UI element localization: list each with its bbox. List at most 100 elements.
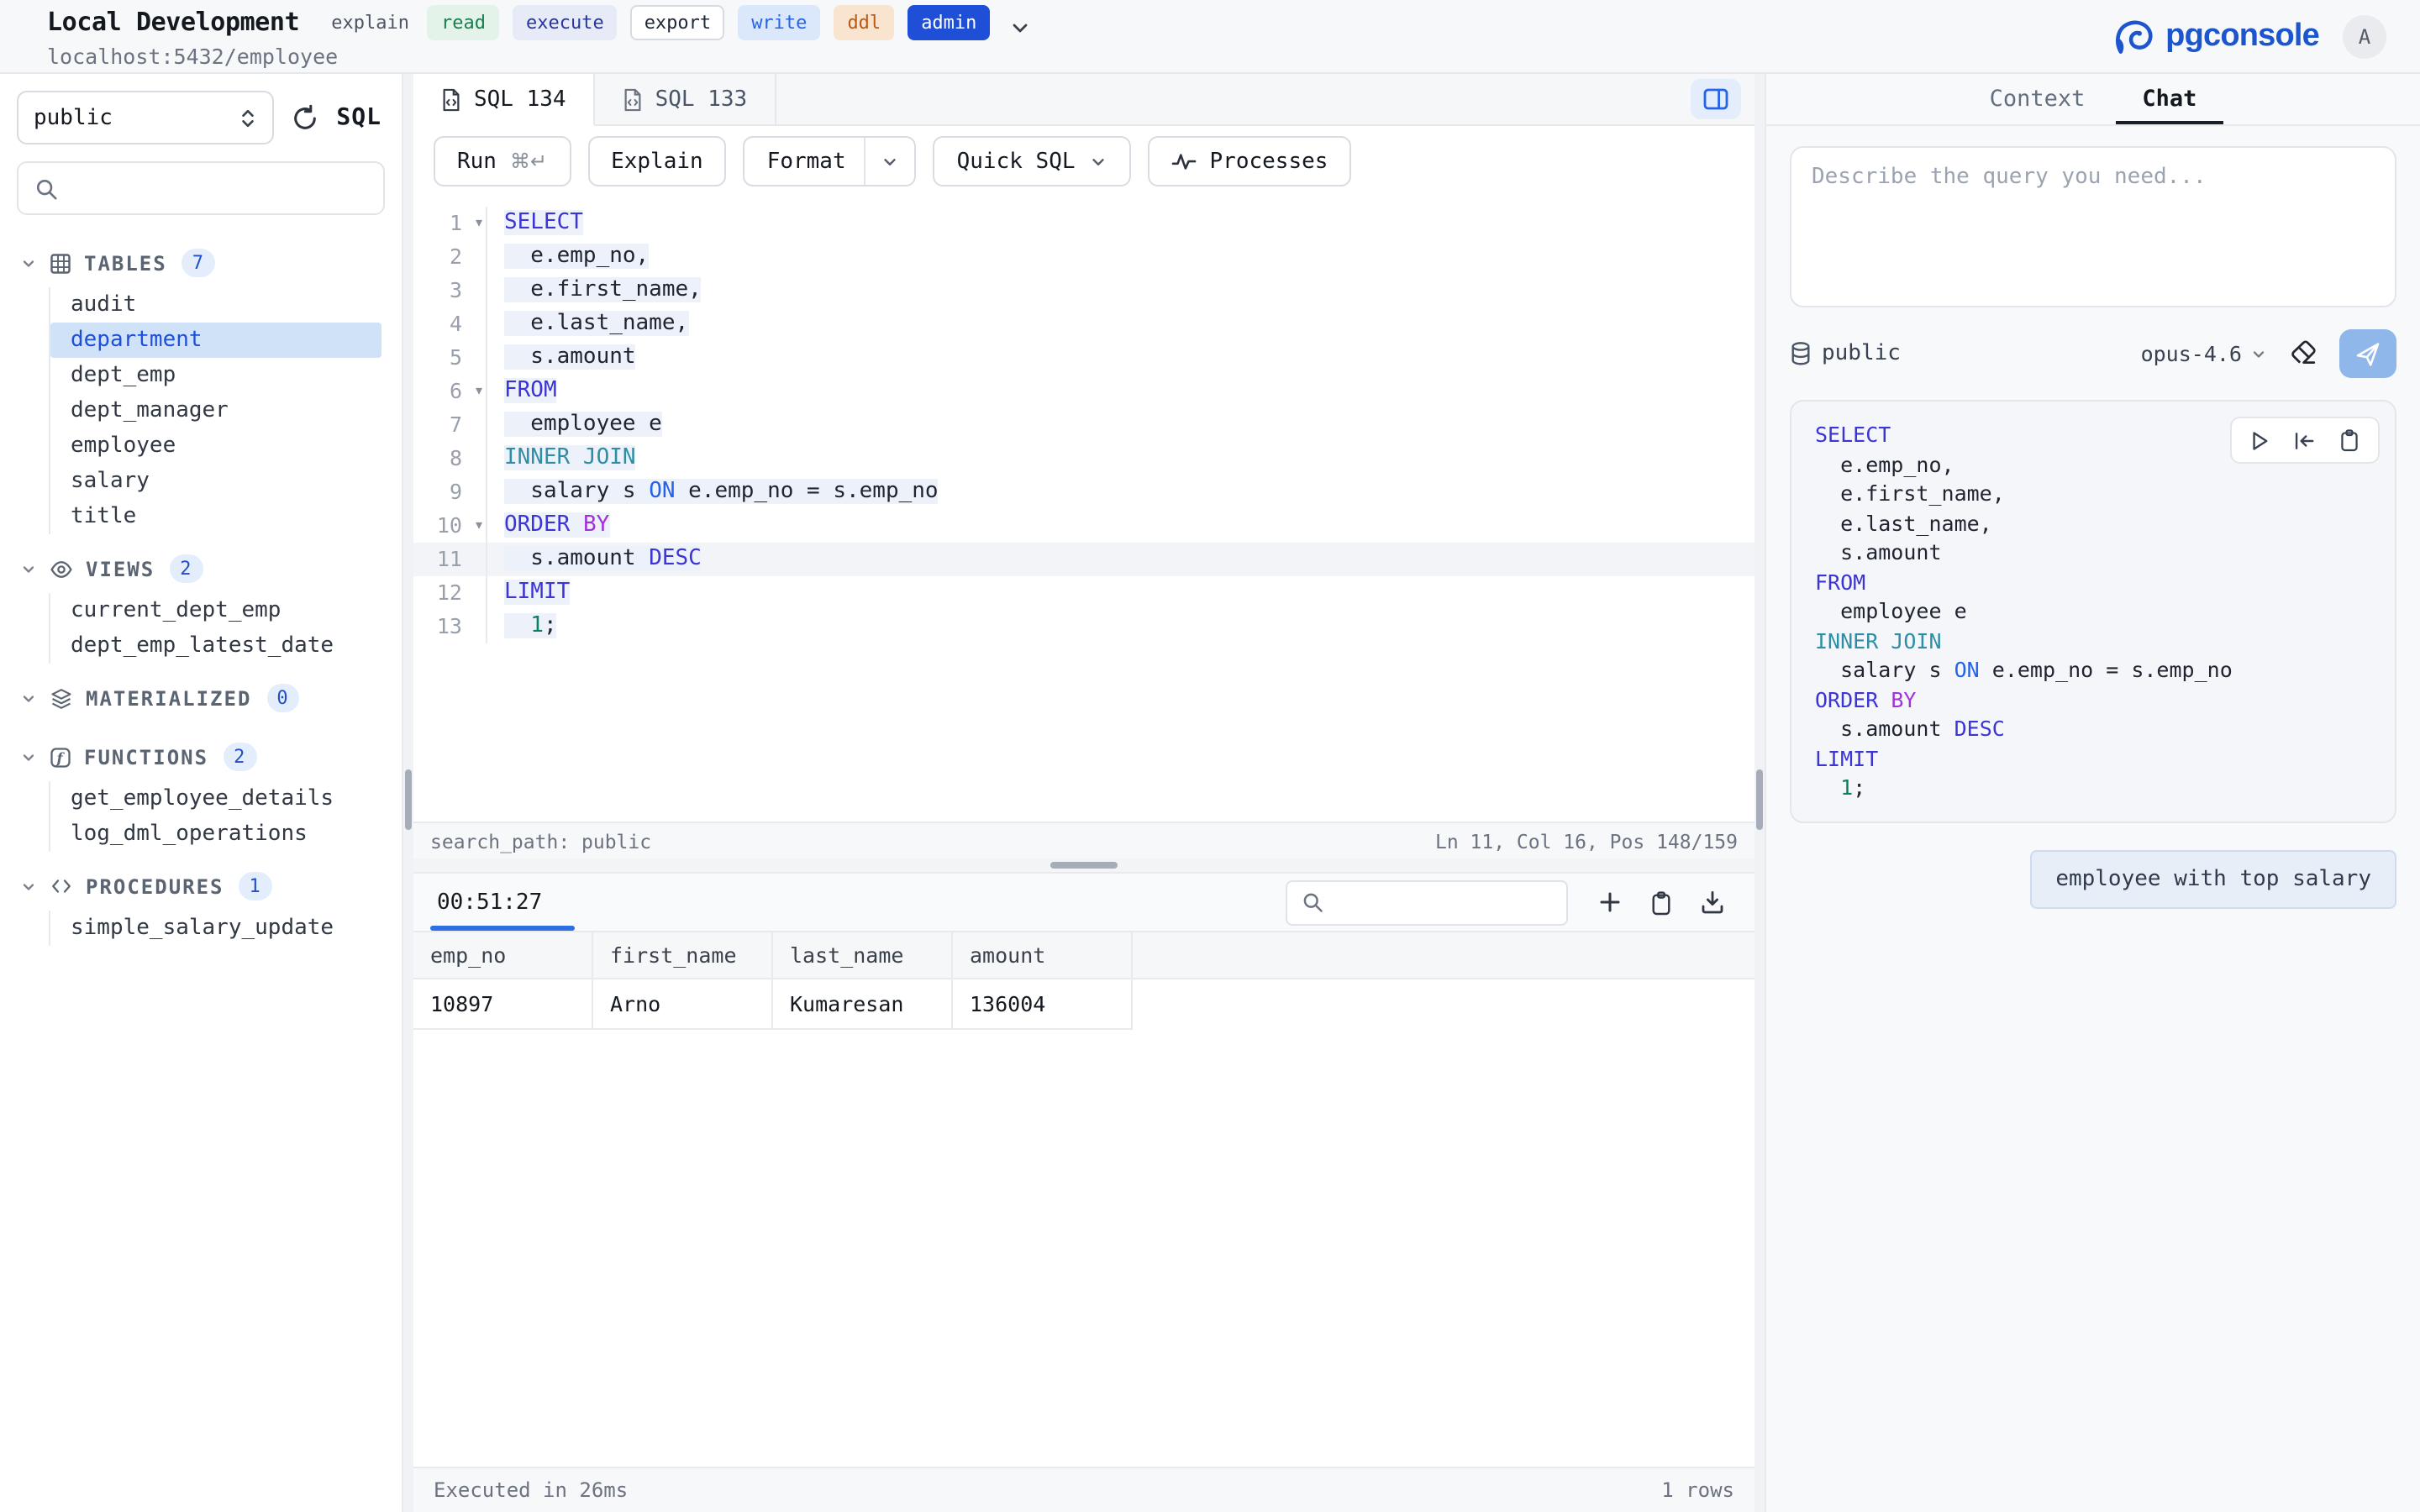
sql-editor[interactable]: 1▾SELECT2 e.emp_no,3 e.first_name,4 e.la… [413,197,1754,822]
right-splitter-handle[interactable] [1756,769,1763,830]
add-result-tab-icon[interactable] [1598,890,1622,914]
sidebar-item-get_employee_details[interactable]: get_employee_details [50,781,381,816]
sidebar-item-department[interactable]: department [50,323,381,358]
format-dropdown-chevron-icon[interactable] [865,138,915,185]
right-splitter[interactable] [1754,74,1765,1512]
send-icon[interactable] [2339,329,2396,378]
code-line-text[interactable]: SELECT [487,207,1754,240]
copy-sql-icon[interactable] [2339,428,2360,452]
tab-context[interactable]: Context [1986,74,2089,124]
code-line-text[interactable]: salary s ON e.emp_no = s.emp_no [487,475,1754,509]
line-number[interactable]: 9 [413,475,487,509]
code-line-text[interactable]: LIMIT [487,576,1754,610]
code-line-text[interactable]: FROM [487,375,1754,408]
left-splitter[interactable] [403,74,413,1512]
run-sql-play-icon[interactable] [2250,429,2269,451]
table-cell[interactable]: 10897 [413,979,592,1029]
line-number[interactable]: 11 [413,543,487,576]
line-number[interactable]: 5 [413,341,487,375]
chevron-down-icon [20,748,37,765]
section-items-procedures: simple_salary_update [49,911,402,946]
sidebar-item-current_dept_emp[interactable]: current_dept_emp [50,593,381,628]
column-header-last_name[interactable]: last_name [772,932,952,979]
sidebar-item-employee[interactable]: employee [50,428,381,464]
chat-schema-chip[interactable]: public [1790,341,1901,366]
sidebar-item-dept_manager[interactable]: dept_manager [50,393,381,428]
code-line-text[interactable]: employee e [487,408,1754,442]
code-line-text[interactable]: 1; [487,610,1754,643]
line-number[interactable]: 12 [413,576,487,610]
code-line-text[interactable]: e.last_name, [487,307,1754,341]
sidebar-item-dept_emp_latest_date[interactable]: dept_emp_latest_date [50,628,381,664]
sidebar-item-title[interactable]: title [50,499,381,534]
sidebar-item-simple_salary_update[interactable]: simple_salary_update [50,911,381,946]
table-cell[interactable]: Arno [592,979,772,1029]
table-cell[interactable]: 136004 [952,979,1132,1029]
clear-chat-eraser-icon[interactable] [2289,339,2317,368]
left-splitter-handle[interactable] [405,769,412,830]
line-number[interactable]: 13 [413,610,487,643]
sidebar-search[interactable] [17,161,385,215]
code-line-text[interactable]: INNER JOIN [487,442,1754,475]
section-header-procedures[interactable]: PROCEDURES1 [17,862,402,911]
section-header-materialized[interactable]: MATERIALIZED0 [17,674,402,722]
result-tab-timer[interactable]: 00:51:27 [430,890,549,915]
insert-to-editor-icon[interactable] [2292,429,2316,451]
sql-mode-label[interactable]: SQL [336,104,381,131]
table-icon [49,251,72,275]
explain-button[interactable]: Explain [587,136,727,186]
line-number[interactable]: 3 [413,274,487,307]
code-line-text[interactable]: s.amount DESC [487,543,1754,576]
sidebar-search-input[interactable] [69,174,368,202]
section-header-tables[interactable]: TABLES7 [17,239,402,287]
line-number[interactable]: 2 [413,240,487,274]
sidebar-item-audit[interactable]: audit [50,287,381,323]
results-search[interactable] [1286,879,1568,925]
tab-sql-134[interactable]: SQL 134 [413,74,595,126]
code-line-text[interactable]: s.amount [487,341,1754,375]
download-results-icon[interactable] [1701,890,1724,914]
run-button[interactable]: Run ⌘↵ [434,136,571,186]
refresh-icon[interactable] [291,103,319,132]
editor-panel: SQL 134SQL 133 Run ⌘↵ Explain Format [413,74,1754,1512]
line-number[interactable]: 7 [413,408,487,442]
chat-input[interactable] [1790,146,2396,307]
line-number[interactable]: 6▾ [413,375,487,408]
code-icon [49,875,74,897]
results-search-input[interactable] [1334,889,1553,916]
panel-toggle-icon[interactable] [1691,79,1741,119]
format-button[interactable]: Format [744,136,917,186]
line-number[interactable]: 10▾ [413,509,487,543]
line-number[interactable]: 8 [413,442,487,475]
column-header-amount[interactable]: amount [952,932,1132,979]
fold-marker-icon[interactable]: ▾ [476,207,482,240]
horizontal-splitter-handle[interactable] [1050,862,1118,869]
table-row[interactable]: 10897ArnoKumaresan136004 [413,979,1754,1029]
line-number[interactable]: 1▾ [413,207,487,240]
line-number[interactable]: 4 [413,307,487,341]
sidebar-item-log_dml_operations[interactable]: log_dml_operations [50,816,381,852]
quick-sql-button[interactable]: Quick SQL [934,136,1131,186]
copy-results-icon[interactable] [1650,890,1672,915]
model-select[interactable]: opus-4.6 [2141,341,2267,366]
tab-chat[interactable]: Chat [2139,74,2200,124]
section-header-views[interactable]: VIEWS2 [17,544,402,593]
tab-sql-133[interactable]: SQL 133 [595,74,776,124]
section-header-functions[interactable]: fFUNCTIONS2 [17,732,402,781]
avatar[interactable]: A [2343,14,2386,58]
horizontal-splitter[interactable] [413,858,1754,872]
code-line-text[interactable]: e.emp_no, [487,240,1754,274]
sidebar-item-salary[interactable]: salary [50,464,381,499]
code-line-text[interactable]: ORDER BY [487,509,1754,543]
column-header-emp_no[interactable]: emp_no [413,932,592,979]
fold-marker-icon[interactable]: ▾ [476,375,482,408]
schema-select[interactable]: public [17,91,274,144]
connection-info: Local Development explainreadexecuteexpo… [47,4,1030,68]
sidebar-item-dept_emp[interactable]: dept_emp [50,358,381,393]
code-line-text[interactable]: e.first_name, [487,274,1754,307]
table-cell[interactable]: Kumaresan [772,979,952,1029]
column-header-first_name[interactable]: first_name [592,932,772,979]
processes-button[interactable]: Processes [1148,136,1352,186]
chevron-down-icon[interactable] [1010,18,1030,39]
fold-marker-icon[interactable]: ▾ [476,509,482,543]
